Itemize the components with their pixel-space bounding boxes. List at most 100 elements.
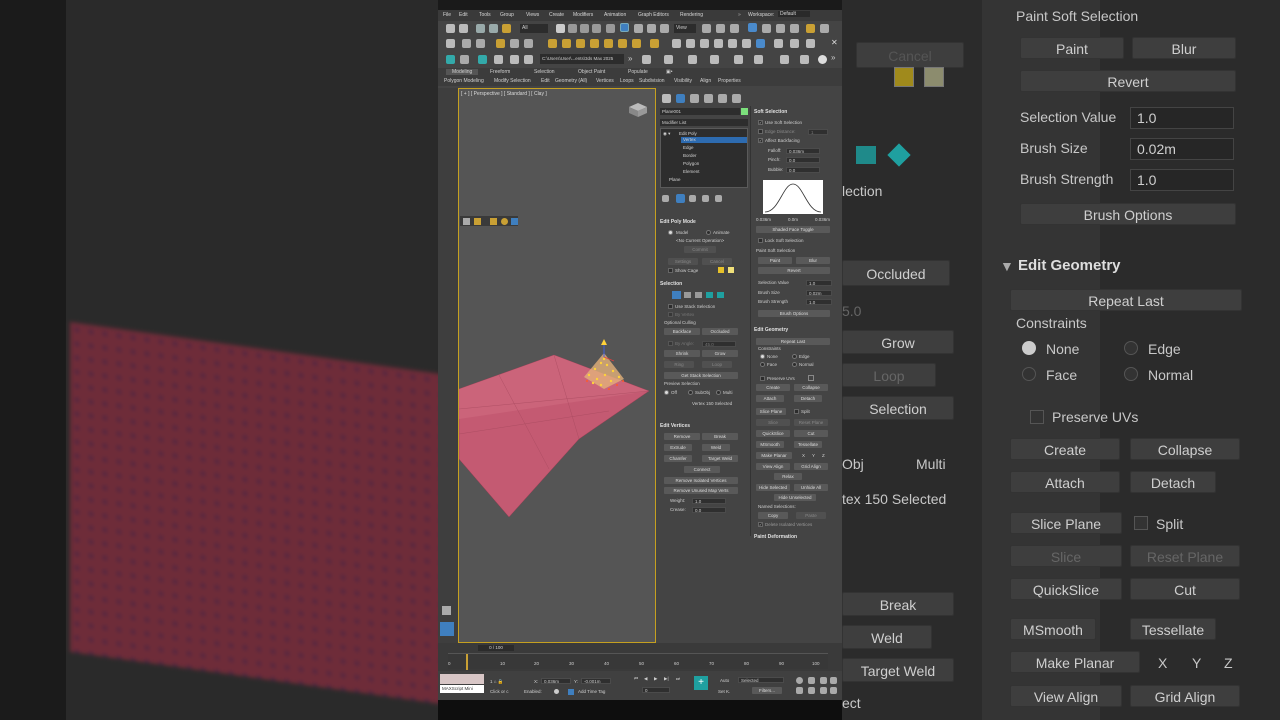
menu-views[interactable]: Views	[526, 12, 539, 18]
slice-button[interactable]: Slice	[756, 419, 790, 426]
create-button[interactable]: Create	[756, 384, 790, 391]
stack-plane[interactable]: Plane	[669, 177, 681, 182]
remove-isolated-button[interactable]: Remove Isolated Vertices	[664, 477, 738, 484]
bind-spacewarp-icon[interactable]	[502, 24, 511, 33]
render-iterative-icon[interactable]	[714, 39, 723, 48]
selection-title[interactable]: Selection	[660, 281, 682, 287]
copy-button[interactable]: Copy	[758, 512, 788, 519]
paste-button[interactable]: Paste	[796, 512, 826, 519]
track-bar[interactable]: 0 10 20 30 40 50 60 70 80 90 100	[448, 653, 828, 670]
use-soft-selection-checkbox[interactable]: ✓	[758, 120, 763, 125]
menu-create[interactable]: Create	[549, 12, 564, 18]
prev-frame-icon[interactable]: ◀	[644, 676, 647, 682]
batch-render-icon[interactable]	[806, 39, 815, 48]
menu-file[interactable]: File	[443, 12, 451, 18]
pan-icon[interactable]	[808, 687, 815, 694]
scene-explorer-icon[interactable]	[494, 55, 503, 64]
folder-icon[interactable]	[474, 218, 481, 225]
ribbon-tab-freeform[interactable]: Freeform	[490, 69, 510, 75]
remove-button[interactable]: Remove	[664, 433, 700, 440]
attach-button[interactable]: Attach	[756, 395, 784, 402]
weight-spinner[interactable]: 1.0	[692, 498, 726, 504]
revert-button[interactable]: Revert	[758, 267, 830, 274]
polygon-mode-icon[interactable]	[706, 292, 713, 298]
hierarchy-tab-icon[interactable]	[690, 94, 699, 103]
planar-y[interactable]: Y	[812, 453, 815, 458]
align-icon[interactable]	[688, 55, 697, 64]
brush-size-spinner[interactable]: 0.02m	[806, 290, 832, 296]
plane-mesh[interactable]	[459, 339, 657, 519]
element-mode-icon[interactable]	[717, 292, 724, 298]
snap-toggle-icon[interactable]	[748, 23, 757, 32]
hide-unselected-button[interactable]: Hide Unselected	[774, 494, 816, 501]
project-path-field[interactable]: C:\Users\User\...ents\3ds Max 2025	[540, 54, 624, 64]
stack-edge[interactable]: Edge	[683, 145, 694, 150]
zoom-extents-icon[interactable]	[820, 677, 827, 684]
backface-button[interactable]: Backface	[664, 328, 700, 335]
stack-border[interactable]: Border	[683, 153, 697, 158]
preview-subobj-radio[interactable]	[688, 390, 693, 395]
light-icon[interactable]	[496, 39, 505, 48]
zoom-icon[interactable]	[796, 677, 803, 684]
detach-button[interactable]: Detach	[794, 395, 822, 402]
move-icon[interactable]	[606, 24, 615, 33]
filters-button[interactable]: Filters...	[752, 687, 782, 694]
object-name-field[interactable]: Plane001	[660, 108, 740, 115]
add-time-tag[interactable]: Add Time Tag	[578, 689, 605, 694]
target-weld-button[interactable]: Target Weld	[702, 455, 738, 462]
render-production-icon[interactable]	[700, 39, 709, 48]
goto-end-icon[interactable]: ⏭	[676, 676, 680, 681]
view-align-button[interactable]: View Align	[756, 463, 790, 470]
ribbon-vertices[interactable]: Vertices	[596, 78, 614, 84]
render-window-icon[interactable]	[756, 39, 765, 48]
ribbon-tab-selection[interactable]: Selection	[534, 69, 555, 75]
layer-icon[interactable]	[710, 55, 719, 64]
pin-stack-icon[interactable]	[662, 195, 669, 202]
project-overflow-icon[interactable]: »	[628, 54, 632, 63]
render-frame-icon[interactable]	[476, 39, 485, 48]
curve-editor-icon[interactable]	[460, 55, 469, 64]
msmooth-button[interactable]: MSmooth	[756, 441, 784, 448]
by-vertex-checkbox[interactable]	[668, 312, 673, 317]
selection-lock-icon[interactable]: 1 ⌂ 🔒	[490, 679, 503, 685]
planar-x[interactable]: X	[802, 453, 805, 458]
ribbon-tab-populate[interactable]: Populate	[628, 69, 648, 75]
tessellate-button[interactable]: Tessellate	[794, 441, 822, 448]
paint-button[interactable]: Paint	[758, 257, 792, 264]
delete-isolated-checkbox[interactable]: ✓	[758, 522, 763, 527]
ribbon-edit[interactable]: Edit	[541, 78, 550, 84]
border-mode-icon[interactable]	[695, 292, 702, 298]
animate-radio[interactable]	[706, 230, 711, 235]
stack-polygon[interactable]: Polygon	[683, 161, 699, 166]
ribbon-tab-modeling[interactable]: Modeling	[446, 69, 479, 75]
xview-icon[interactable]	[780, 55, 789, 64]
time-tag-icon[interactable]	[568, 689, 574, 695]
menu-modifiers[interactable]: Modifiers	[573, 12, 593, 18]
x-coordinate-field[interactable]: 0.036m	[541, 678, 571, 684]
chamfer-button[interactable]: Chamfer	[664, 455, 692, 462]
menu-overflow-icon[interactable]: »	[738, 12, 741, 18]
maximize-viewport-icon[interactable]	[830, 687, 837, 694]
paint-icon[interactable]	[490, 218, 497, 225]
render-cloud-icon[interactable]	[742, 39, 751, 48]
window-crossing-icon[interactable]	[592, 24, 601, 33]
y-coordinate-field[interactable]: -0.001m	[581, 678, 611, 684]
model-radio[interactable]	[668, 230, 673, 235]
collapse-button[interactable]: Collapse	[794, 384, 828, 391]
stack-eye-icon[interactable]: ◉ ▾	[663, 131, 670, 137]
weld-button[interactable]: Weld	[702, 444, 730, 451]
preserve-uvs-settings-icon[interactable]	[808, 375, 814, 381]
make-planar-button[interactable]: Make Planar	[756, 452, 792, 459]
viewport-layout-icon[interactable]	[754, 55, 763, 64]
planar-z[interactable]: Z	[822, 453, 825, 458]
enabled-toggle[interactable]	[554, 689, 559, 694]
rotate-icon[interactable]	[634, 24, 643, 33]
ribbon-loops[interactable]: Loops	[620, 78, 634, 84]
angle-snap-icon[interactable]	[762, 24, 771, 33]
pinch-spinner[interactable]: 0.0	[786, 157, 820, 163]
configure-icon[interactable]	[715, 195, 722, 202]
settings-button[interactable]: Settings	[668, 258, 698, 265]
reference-icon[interactable]	[664, 55, 673, 64]
viewcube-icon[interactable]	[627, 101, 649, 119]
scale-icon[interactable]	[647, 24, 656, 33]
